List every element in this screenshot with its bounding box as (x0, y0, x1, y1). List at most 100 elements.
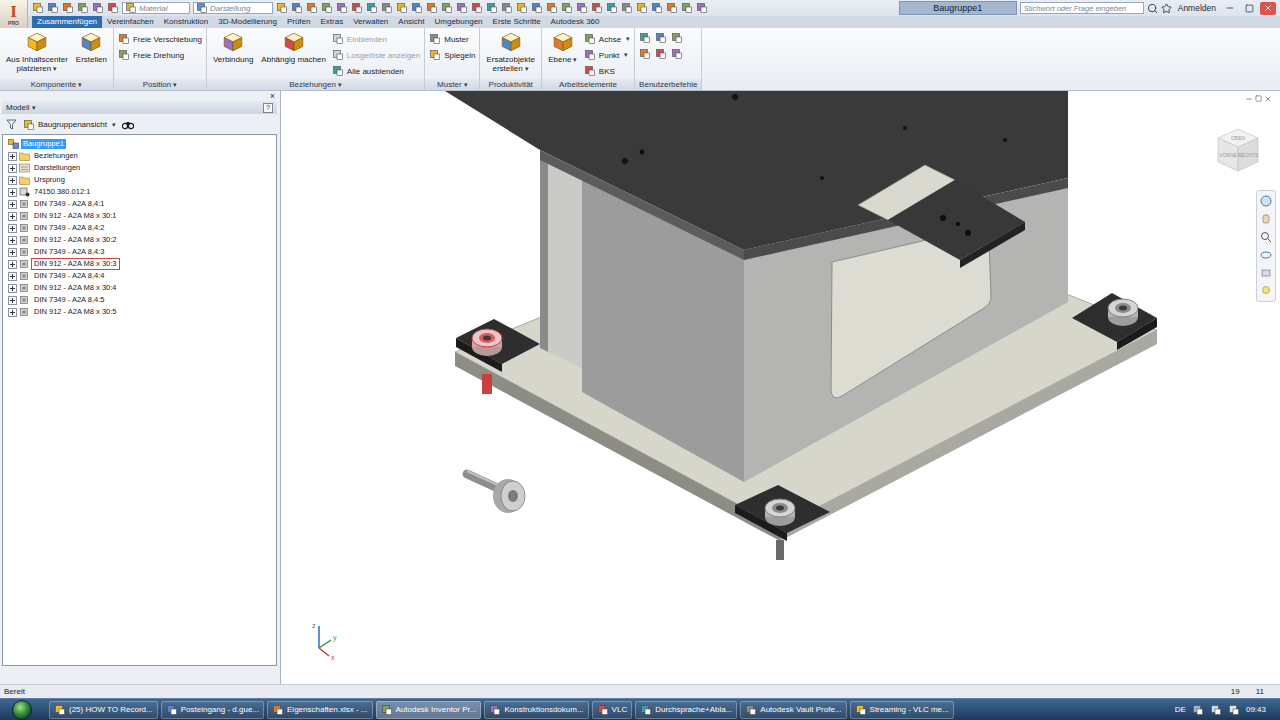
start-button[interactable] (12, 700, 32, 720)
expand-icon[interactable] (8, 224, 17, 233)
ribbon-small-button[interactable]: Freie Verschiebung (118, 32, 202, 46)
help-search-field[interactable]: Stichwort oder Frage eingeben (1020, 2, 1144, 14)
expand-icon[interactable] (8, 308, 17, 317)
expand-icon[interactable] (8, 188, 17, 197)
tree-item[interactable]: DIN 912 - A2A M8 x 30:4 (5, 282, 274, 294)
taskbar-item[interactable]: Eigenschaften.xlsx - ... (267, 701, 372, 719)
expand-icon[interactable] (8, 284, 17, 293)
tree-item[interactable]: DIN 912 - A2A M8 x 30:3 (5, 258, 274, 270)
ribbon-panel-title[interactable]: Position▾ (114, 79, 206, 90)
steering-wheel-icon[interactable] (1260, 195, 1272, 207)
material-field[interactable]: Material (122, 2, 190, 14)
ribbon-large-button[interactable]: Ersatzobjekte erstellen▾ (484, 30, 536, 74)
doc-restore-icon[interactable] (1255, 95, 1262, 102)
tree-item[interactable]: DIN 912 - A2A M8 x 30:5 (5, 306, 274, 318)
look-at-icon[interactable] (1260, 267, 1272, 279)
taskbar-item[interactable]: Streaming - VLC me... (850, 701, 954, 719)
expand-icon[interactable] (8, 152, 17, 161)
panel-dropdown-arrow[interactable]: ▾ (173, 81, 177, 88)
ribbon-tab[interactable]: Konstruktion (159, 16, 213, 28)
browser-help-button[interactable]: ? (263, 103, 273, 113)
ribbon-tab[interactable]: Ansicht (393, 16, 429, 28)
ribbon-tab[interactable]: 3D-Modellierung (213, 16, 282, 28)
tree-item[interactable]: Beziehungen (5, 150, 274, 162)
dropdown-arrow[interactable]: ▾ (112, 121, 116, 129)
close-button[interactable] (1260, 2, 1276, 15)
dropdown-arrow[interactable]: ▾ (626, 35, 630, 43)
doc-close-icon[interactable] (1264, 95, 1272, 103)
graphics-window[interactable]: OBENVORNERECHTSzyx (281, 91, 1280, 684)
favorites-icon[interactable] (1161, 3, 1172, 14)
ribbon-small-button[interactable]: Spiegeln (429, 48, 475, 62)
zoom-icon[interactable] (1260, 231, 1272, 243)
tree-item[interactable]: DIN 7349 - A2A 8,4:3 (5, 246, 274, 258)
ribbon-large-button[interactable]: Ebene▾ (546, 30, 580, 65)
tree-item[interactable]: DIN 7349 - A2A 8,4:2 (5, 222, 274, 234)
dropdown-arrow[interactable]: ▾ (53, 65, 57, 72)
expand-icon[interactable] (8, 272, 17, 281)
ribbon-panel-title[interactable]: Beziehungen▾ (207, 79, 424, 90)
light-icon[interactable] (1260, 285, 1272, 297)
dropdown-arrow[interactable]: ▾ (573, 56, 577, 63)
ribbon-small-button[interactable]: Achse▾ (584, 32, 630, 46)
tree-item[interactable]: DIN 912 - A2A M8 x 30:2 (5, 234, 274, 246)
pan-icon[interactable] (1260, 213, 1272, 225)
taskbar-item[interactable]: VLC (592, 701, 633, 719)
panel-dropdown-arrow[interactable]: ▾ (464, 81, 468, 88)
expand-icon[interactable] (8, 164, 17, 173)
ribbon-tab[interactable]: Umgebungen (430, 16, 488, 28)
ribbon-tab[interactable]: Zusammenfügen (32, 16, 102, 28)
ribbon-panel-title[interactable]: Benutzerbefehle (635, 79, 701, 90)
screw-head[interactable] (765, 499, 795, 526)
browser-close-button[interactable]: × (270, 91, 275, 101)
loose-screw[interactable] (467, 471, 525, 513)
tree-item[interactable]: Darstellungen (5, 162, 274, 174)
ribbon-small-button[interactable]: Muster (429, 32, 475, 46)
ribbon-small-button[interactable]: BKS (584, 64, 630, 78)
expand-icon[interactable] (8, 212, 17, 221)
expand-icon[interactable] (8, 296, 17, 305)
dropdown-arrow[interactable]: ▾ (32, 104, 36, 111)
clock[interactable]: 09:43 (1246, 705, 1266, 714)
screw-head[interactable] (1108, 299, 1138, 326)
taskbar-item[interactable]: Autodesk Inventor Pr... (376, 701, 482, 719)
browser-header[interactable]: Modell▾? (2, 101, 277, 114)
ribbon-small-button[interactable]: Freie Drehung (118, 48, 202, 62)
ribbon-large-button[interactable]: Aus Inhaltscenter platzieren▾ (4, 30, 70, 74)
filter-icon[interactable] (6, 119, 17, 130)
screw-head[interactable] (472, 329, 502, 356)
ribbon-tab[interactable]: Vereinfachen (102, 16, 159, 28)
sign-in-button[interactable]: Anmelden (1175, 3, 1219, 13)
browser-view-select[interactable]: Baugruppenansicht▾ (23, 119, 116, 131)
appearance-field[interactable]: Darstellung (193, 2, 273, 14)
ribbon-tab[interactable]: Erste Schritte (488, 16, 546, 28)
panel-dropdown-arrow[interactable]: ▾ (78, 81, 82, 88)
app-logo[interactable]: IPRO (0, 0, 28, 28)
tree-item[interactable]: Baugruppe1 (5, 138, 274, 150)
panel-dropdown-arrow[interactable]: ▾ (338, 81, 342, 88)
bracket[interactable] (858, 165, 1025, 268)
expand-icon[interactable] (8, 200, 17, 209)
tree-item[interactable]: DIN 7349 - A2A 8,4:4 (5, 270, 274, 282)
ribbon-large-button[interactable]: Abhängig machen (259, 30, 328, 65)
expand-icon[interactable] (8, 176, 17, 185)
orbit-icon[interactable] (1260, 249, 1272, 261)
taskbar-item[interactable]: Konstruktionsdokum... (484, 701, 588, 719)
maximize-button[interactable] (1241, 2, 1257, 15)
model-canvas[interactable] (281, 91, 1280, 684)
ribbon-tab[interactable]: Verwalten (348, 16, 393, 28)
binoculars-icon[interactable] (1147, 3, 1158, 14)
expand-icon[interactable] (8, 260, 17, 269)
ribbon-panel-title[interactable]: Muster▾ (425, 79, 479, 90)
taskbar-item[interactable]: (25) HOW TO Record... (49, 701, 158, 719)
viewcube[interactable]: OBENVORNERECHTS (1212, 125, 1264, 177)
ribbon-small-button[interactable]: Punkt▾ (584, 48, 630, 62)
ribbon-tab[interactable]: Extras (315, 16, 348, 28)
taskbar-item[interactable]: Posteingang - d.gue... (161, 701, 264, 719)
frame-body[interactable] (445, 91, 1068, 482)
ribbon-small-button[interactable]: Losgelöste anzeigen (332, 48, 420, 62)
tree-item[interactable]: DIN 7349 - A2A 8,4:5 (5, 294, 274, 306)
tree-item[interactable]: DIN 912 - A2A M8 x 30:1 (5, 210, 274, 222)
ribbon-small-button[interactable]: Einblenden (332, 32, 420, 46)
tree-item[interactable]: Ursprung (5, 174, 274, 186)
